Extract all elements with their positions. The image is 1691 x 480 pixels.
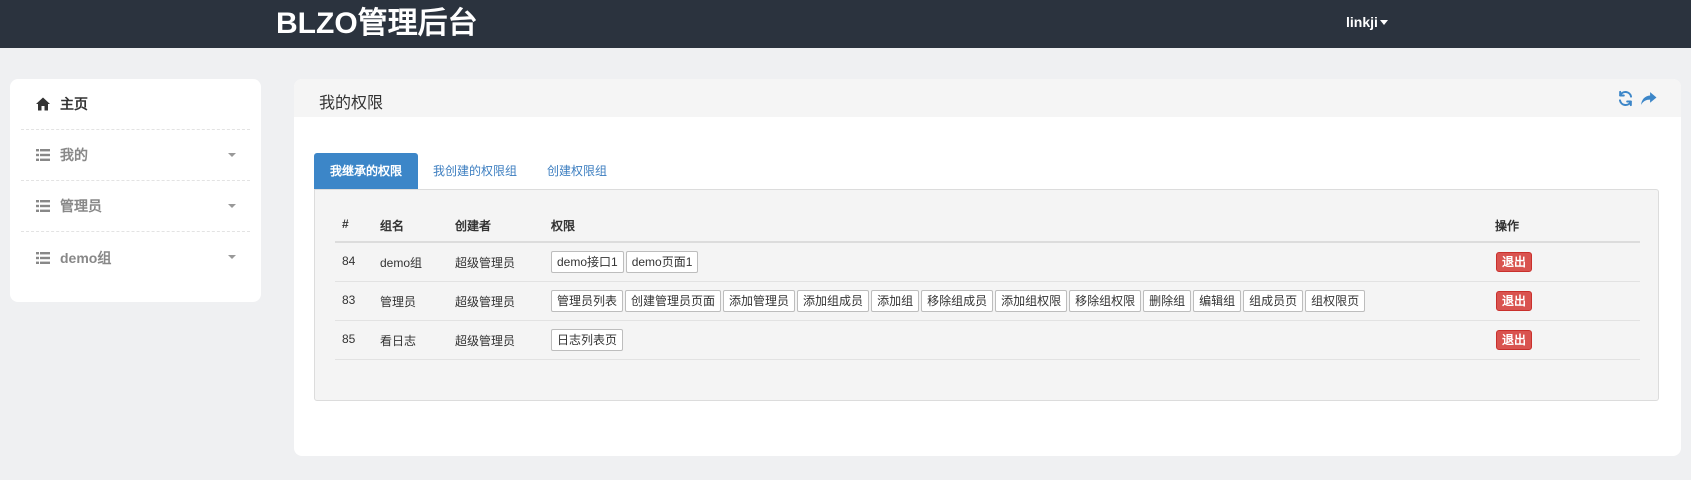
tab-my-created-groups[interactable]: 我创建的权限组	[418, 153, 532, 189]
page-title: 我的权限	[319, 95, 384, 112]
group-creator: 超级管理员	[455, 334, 516, 348]
permission-tag[interactable]: demo页面1	[625, 251, 699, 273]
permission-tag[interactable]: demo接口1	[551, 251, 624, 273]
list-icon	[35, 198, 51, 214]
column-header-id: #	[342, 217, 349, 231]
group-name: 管理员	[380, 295, 417, 309]
permission-tag[interactable]: 删除组	[1143, 290, 1192, 312]
tab-create-group[interactable]: 创建权限组	[532, 153, 622, 189]
table-row: 84 demo组 超级管理员 demo接口1 demo页面1 退出	[335, 243, 1640, 282]
panel-header: 我的权限	[294, 79, 1681, 117]
column-header-actions: 操作	[1495, 219, 1520, 233]
table-header-row: # 组名 创建者 权限 操作	[335, 207, 1640, 243]
permission-tags: 管理员列表 创建管理员页面 添加管理员 添加组成员 添加组 移除组成员 添加组权限 移除组权限…	[551, 290, 1366, 312]
column-header-permissions: 权限	[551, 219, 576, 233]
permission-tag[interactable]: 移除组权限	[1069, 290, 1142, 312]
column-header-creator: 创建者	[455, 219, 492, 233]
tab-inherited-permissions[interactable]: 我继承的权限	[314, 153, 419, 189]
tab-content: # 组名 创建者 权限 操作 84 demo组 超级管理员 demo接口1 demo页面…	[314, 189, 1659, 401]
sidebar-item-label: 我的	[60, 147, 88, 163]
list-icon	[35, 147, 51, 163]
main-panel: 我的权限 我继承的权限 我创建的权限组 创建权限组 # 组名 创建者 权限 操作…	[294, 79, 1681, 456]
table-row: 83 管理员 超级管理员 管理员列表 创建管理员页面 添加管理员 添加组成员 添加组 移除组成员…	[335, 282, 1640, 321]
home-icon	[35, 96, 51, 112]
permission-tag[interactable]: 日志列表页	[551, 329, 624, 351]
sidebar-item-admins[interactable]: 管理员	[21, 181, 250, 232]
exit-group-button[interactable]: 退出	[1496, 252, 1533, 272]
row-id: 84	[342, 254, 356, 268]
permission-tag[interactable]: 添加组	[871, 290, 920, 312]
permission-tag[interactable]: 组成员页	[1243, 290, 1304, 312]
group-creator: 超级管理员	[455, 256, 516, 270]
permission-tag[interactable]: 组权限页	[1305, 290, 1366, 312]
row-id: 83	[342, 293, 356, 307]
permission-tag[interactable]: 移除组成员	[921, 290, 994, 312]
row-id: 85	[342, 332, 356, 346]
sidebar-item-label: demo组	[60, 249, 112, 266]
sidebar-item-mine[interactable]: 我的	[21, 130, 250, 181]
permission-tag[interactable]: 创建管理员页面	[625, 290, 722, 312]
column-header-group-name: 组名	[380, 219, 405, 233]
permission-tag[interactable]: 编辑组	[1193, 290, 1242, 312]
chevron-down-icon	[228, 255, 236, 259]
exit-group-button[interactable]: 退出	[1496, 291, 1533, 311]
group-creator: 超级管理员	[455, 295, 516, 309]
permission-tag[interactable]: 添加管理员	[723, 290, 796, 312]
table-body: 84 demo组 超级管理员 demo接口1 demo页面1 退出 83 管理员 超级管理员 管理…	[335, 243, 1640, 360]
brand-title[interactable]: BLZO管理后台	[276, 4, 478, 44]
top-navbar: BLZO管理后台 linkji	[0, 0, 1691, 48]
caret-down-icon	[1379, 19, 1388, 25]
tab-bar: 我继承的权限 我创建的权限组 创建权限组	[314, 153, 622, 189]
table-row: 85 看日志 超级管理员 日志列表页 退出	[335, 321, 1640, 360]
sidebar-item-home[interactable]: 主页	[21, 79, 250, 130]
group-name: demo组	[380, 256, 423, 270]
refresh-icon[interactable]	[1617, 90, 1634, 107]
permission-tags: 日志列表页	[551, 329, 624, 351]
permissions-table: # 组名 创建者 权限 操作 84 demo组 超级管理员 demo接口1 demo页面…	[335, 207, 1640, 360]
sidebar-item-label: 管理员	[60, 198, 102, 214]
chevron-down-icon	[228, 204, 236, 208]
sidebar-item-label: 主页	[60, 96, 88, 112]
group-name: 看日志	[380, 334, 417, 348]
panel-actions	[1617, 90, 1657, 107]
sidebar-item-demo-group[interactable]: demo组	[21, 232, 250, 283]
user-menu[interactable]: linkji	[1346, 14, 1388, 30]
sidebar: 主页 我的 管理员 demo组	[10, 79, 261, 302]
exit-group-button[interactable]: 退出	[1496, 330, 1533, 350]
share-icon[interactable]	[1640, 90, 1657, 107]
chevron-down-icon	[228, 153, 236, 157]
permission-tag[interactable]: 添加组权限	[995, 290, 1068, 312]
permission-tags: demo接口1 demo页面1	[551, 251, 699, 273]
list-icon	[35, 250, 51, 266]
username: linkji	[1346, 14, 1378, 30]
permission-tag[interactable]: 添加组成员	[797, 290, 870, 312]
permission-tag[interactable]: 管理员列表	[551, 290, 624, 312]
